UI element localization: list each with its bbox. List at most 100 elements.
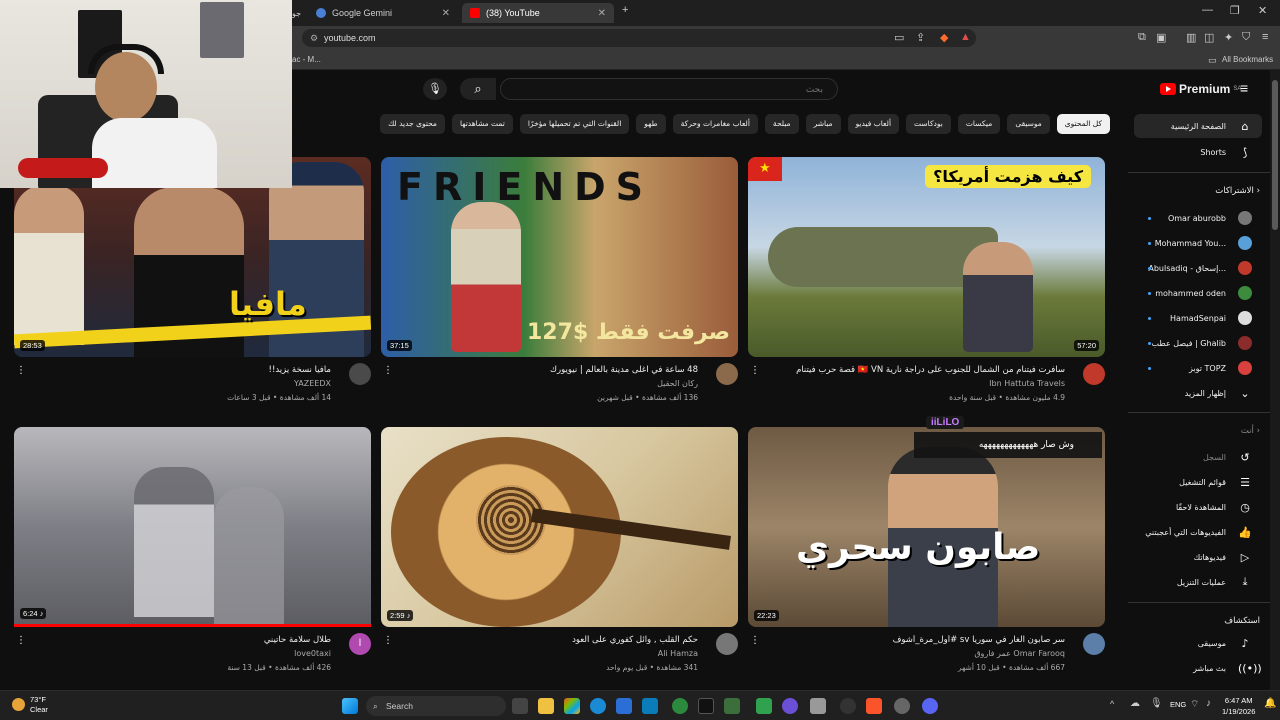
maximize-icon[interactable]: ❐ [1230,4,1240,17]
discord-icon[interactable] [922,698,938,714]
you-header[interactable]: أنت › [1241,426,1260,436]
search-input[interactable] [501,80,837,100]
channel-avatar[interactable]: l [349,633,371,655]
video-card[interactable]: مافيا 28:53 مافيا نسخة يزيد!! YAZEEDX 14… [14,157,371,407]
sidebar-item-liked[interactable]: الفيديوهات التي أعجبتني 👍 [1134,520,1262,544]
channel-name[interactable]: Ibn Hattuta Travels [989,379,1065,388]
channel-name[interactable]: YAZEEDX [294,379,331,388]
video-title[interactable]: طلال سلامة حاتيني [41,635,331,645]
video-card[interactable]: ★ كيف هزمت أمريكا؟ 57:20 سافرت فيتنام من… [748,157,1105,407]
app-icon[interactable] [810,698,826,714]
bookmark-item[interactable]: ac - M... [292,55,321,64]
chip[interactable]: ميكسات [957,114,1001,134]
video-thumbnail[interactable]: 6:24 ♪ [14,427,371,627]
chip[interactable]: محتوى جديد لك [380,114,445,134]
app-icon[interactable] [724,698,740,714]
file-explorer-icon[interactable] [538,698,554,714]
sidebar-item-playlists[interactable]: قوائم التشغيل ☰ [1134,470,1262,494]
chip[interactable]: تمت مشاهدتها [451,114,513,134]
scroll-thumb[interactable] [1272,80,1278,230]
settings-icon[interactable] [894,698,910,714]
terminal-icon[interactable] [698,698,714,714]
weather-widget[interactable]: 73°F Clear [12,695,48,715]
channel-name[interactable]: ركان الحقيل [657,379,698,388]
channel-name[interactable]: Ali Hamza [658,649,698,658]
chip[interactable]: مبلحة [764,114,799,134]
video-thumbnail[interactable]: FRIENDS صرفت فقط $127 37:15 [381,157,738,357]
channel-avatar[interactable] [716,363,738,385]
sidebar-item-home[interactable]: الصفحة الرئيسية ⌂ [1134,114,1262,138]
sidebar-toggle-icon[interactable]: ▥ [1186,31,1196,44]
close-window-icon[interactable]: ✕ [1258,4,1267,17]
sidebar-item-subscription[interactable]: HamadSenpai [1134,306,1262,330]
sidebar-item-history[interactable]: السجل ↺ [1134,445,1262,469]
chip[interactable]: كل المحتوى [1056,114,1110,134]
start-icon[interactable] [342,698,358,714]
video-thumbnail[interactable]: ★ كيف هزمت أمريكا؟ 57:20 [748,157,1105,357]
brave-icon[interactable] [866,698,882,714]
close-icon[interactable]: ✕ [442,8,450,19]
mic-icon[interactable]: 🎙 [1150,698,1163,709]
chip[interactable]: موسيقى [1007,114,1050,134]
hamburger-menu-icon[interactable]: ≡ [1240,80,1248,96]
taskbar-search[interactable]: ⌕ Search [366,696,506,716]
video-title[interactable]: حكم القلب , وائل كفوري على العود [408,635,698,645]
all-bookmarks[interactable]: All Bookmarks [1222,55,1273,64]
clock[interactable]: 6:47 AM 1/19/2026 [1222,695,1255,717]
sidebar-item-subscription[interactable]: Abulsadiq - إسحاق... [1134,256,1262,280]
extensions-icon[interactable]: ⧉ [1138,31,1146,44]
more-options-icon[interactable]: ⋮ [383,365,393,376]
cast-icon[interactable]: ▭ [894,31,904,44]
chip[interactable]: القنوات التي تم تحميلها مؤخرًا [519,114,630,134]
tab-gemini[interactable]: Google Gemini ✕ [308,3,458,23]
chip[interactable]: مباشر [805,114,841,134]
video-card[interactable]: 2:59 ♪ حكم القلب , وائل كفوري على العود … [381,427,738,677]
sidebar-item-subscription[interactable]: mohammed oden [1134,281,1262,305]
video-title[interactable]: 48 ساعة في اغلى مدينة بالعالم | نيويورك [408,365,698,375]
sidebar-item-shorts[interactable]: Shorts ⟆ [1134,140,1262,164]
url-field[interactable]: ⚙ youtube.com [302,29,976,47]
brave-rewards-icon[interactable]: ▲ [960,31,971,43]
sidebar-item-subscription[interactable]: Omar aburobb [1134,206,1262,230]
more-options-icon[interactable]: ⋮ [16,635,26,646]
subscriptions-header[interactable]: الاشتراكات › [1215,186,1260,196]
whatsapp-icon[interactable] [672,698,688,714]
store-icon[interactable] [564,698,580,714]
site-info-icon[interactable]: ⚙ [310,29,318,47]
channel-avatar[interactable] [716,633,738,655]
wallet-icon[interactable]: ◫ [1204,31,1214,44]
chevron-up-icon[interactable]: ^ [1110,699,1114,709]
sidebar-item-watch-later[interactable]: المشاهدة لاحقًا ◷ [1134,495,1262,519]
more-options-icon[interactable]: ⋮ [750,365,760,376]
tab-truncated[interactable]: جو [292,3,306,23]
channel-name[interactable]: عمر فاروق Omar Farooq [974,649,1065,658]
tab-youtube[interactable]: (38) YouTube ✕ [462,3,614,23]
show-more-button[interactable]: إظهار المزيد ⌄ [1134,381,1262,405]
chip[interactable]: طهو [636,114,666,134]
more-options-icon[interactable]: ⋮ [383,635,393,646]
tray-icon[interactable]: ☁ [1130,698,1140,709]
video-card[interactable]: صابون سحري 22:23 سر صابون الغار في سوريا… [748,427,1105,677]
notification-icon[interactable]: 🔔 [1264,698,1276,709]
app-icon[interactable] [756,698,772,714]
more-options-icon[interactable]: ⋮ [750,635,760,646]
sidebar-item-subscription[interactable]: توبز TOPZ [1134,356,1262,380]
voice-search-button[interactable]: 🎙 [423,78,447,100]
video-thumbnail[interactable]: 2:59 ♪ [381,427,738,627]
video-title[interactable]: سافرت فيتنام من الشمال للجنوب على دراجة … [775,365,1065,375]
scrollbar[interactable] [1270,70,1280,690]
menu-icon[interactable]: ≡ [1262,31,1268,43]
volume-icon[interactable]: ♪ [1206,698,1211,709]
channel-avatar[interactable] [1083,363,1105,385]
minimize-icon[interactable]: — [1202,4,1213,16]
sidebar-item-live[interactable]: بث مباشر ((•)) [1134,656,1262,680]
channel-name[interactable]: love0taxi [294,649,331,658]
channel-avatar[interactable] [349,363,371,385]
leo-icon[interactable]: ✦ [1224,31,1233,44]
sidebar-item-downloads[interactable]: عمليات التنزيل ⤓ [1134,570,1262,594]
brave-shield-icon[interactable]: ◆ [940,31,948,44]
video-card[interactable]: 6:24 ♪ l طلال سلامة حاتيني love0taxi 426… [14,427,371,677]
sidebar-item-your-videos[interactable]: فيديوهاتك ▷ [1134,545,1262,569]
screenshot-icon[interactable]: ▣ [1156,31,1166,44]
close-icon[interactable]: ✕ [598,8,606,19]
